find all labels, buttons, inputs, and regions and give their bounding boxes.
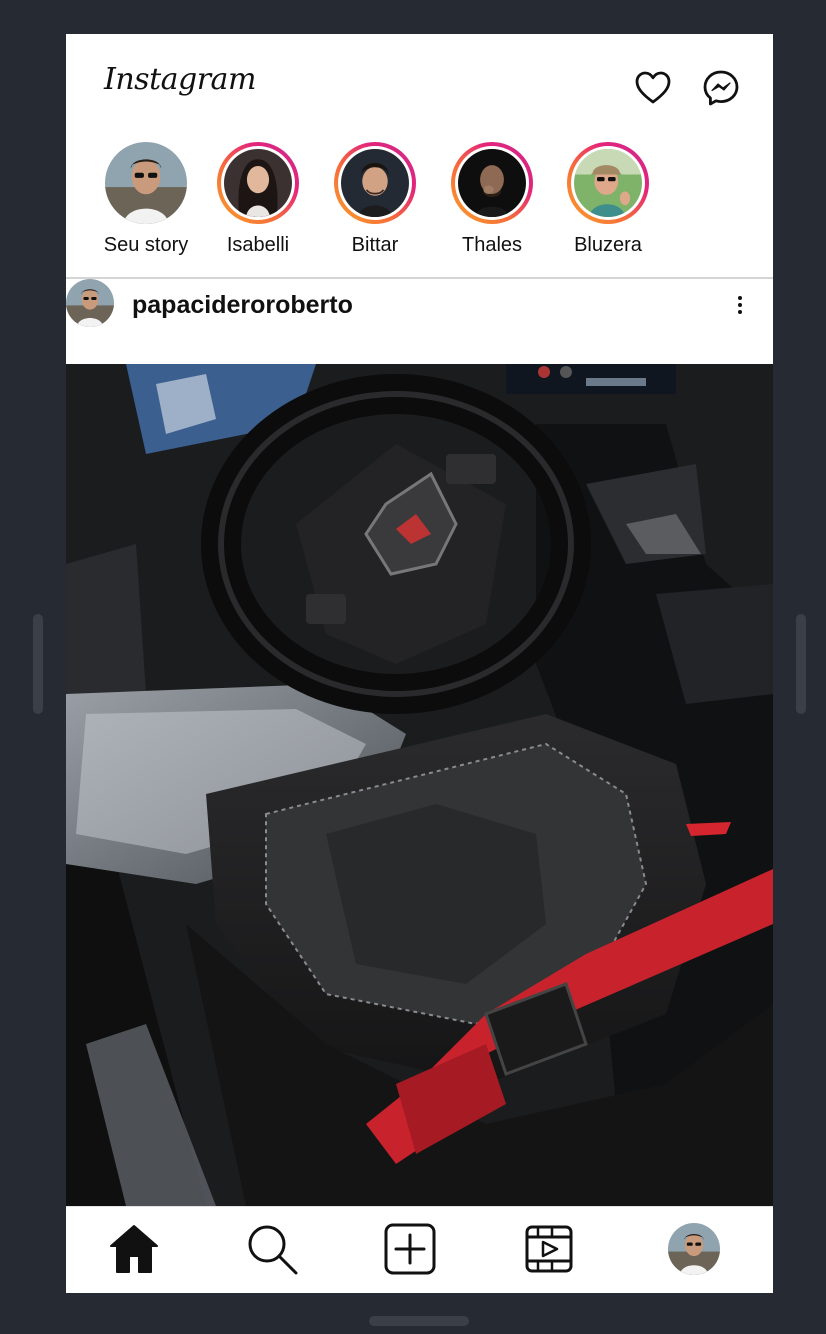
top-bar: Instagram (66, 34, 773, 139)
profile-avatar (668, 1223, 720, 1275)
story-avatar (224, 149, 292, 217)
tab-create[interactable] (382, 1221, 438, 1277)
post-author-avatar[interactable] (66, 279, 114, 327)
story-ring (451, 142, 533, 224)
search-icon (248, 1225, 298, 1275)
story-name: Thales (461, 234, 523, 256)
post-image[interactable] (66, 364, 773, 1206)
story-name: Isabelli (226, 234, 290, 256)
more-options-icon[interactable] (730, 293, 750, 317)
story-ring (217, 142, 299, 224)
home-icon (110, 1225, 158, 1273)
tab-home[interactable] (106, 1221, 162, 1277)
side-handle-right (796, 614, 806, 714)
reels-icon (525, 1225, 573, 1273)
heart-icon[interactable] (634, 69, 672, 107)
instagram-logo[interactable]: Instagram (104, 62, 256, 97)
story-item-seu-story[interactable]: Seu story (91, 142, 201, 257)
home-indicator (369, 1316, 469, 1326)
messenger-icon[interactable] (702, 69, 740, 107)
tab-reels[interactable] (521, 1221, 577, 1277)
story-avatar (341, 149, 409, 217)
bottom-tab-bar (66, 1206, 773, 1293)
story-avatar (574, 149, 642, 217)
story-ring (567, 142, 649, 224)
post-username[interactable]: papacideroroberto (132, 291, 353, 320)
story-name: Bluzera (574, 234, 642, 256)
tab-search[interactable] (244, 1221, 300, 1277)
phone-screen: Instagram Seu story Isabelli Bittar Thal… (66, 34, 773, 1293)
side-handle-left (33, 614, 43, 714)
post-header: papacideroroberto (66, 279, 773, 364)
story-avatar (105, 142, 187, 224)
story-ring (334, 142, 416, 224)
story-item-bluzera[interactable]: Bluzera (553, 142, 663, 257)
stories-row: Seu story Isabelli Bittar Thales Bluzera (66, 142, 773, 277)
story-item-isabelli[interactable]: Isabelli (203, 142, 313, 257)
story-name: Bittar (351, 234, 399, 256)
story-name: Seu story (103, 234, 189, 256)
create-post-icon (384, 1223, 436, 1275)
story-item-thales[interactable]: Thales (437, 142, 547, 257)
story-avatar (458, 149, 526, 217)
story-item-bittar[interactable]: Bittar (320, 142, 430, 257)
tab-profile[interactable] (666, 1221, 722, 1277)
